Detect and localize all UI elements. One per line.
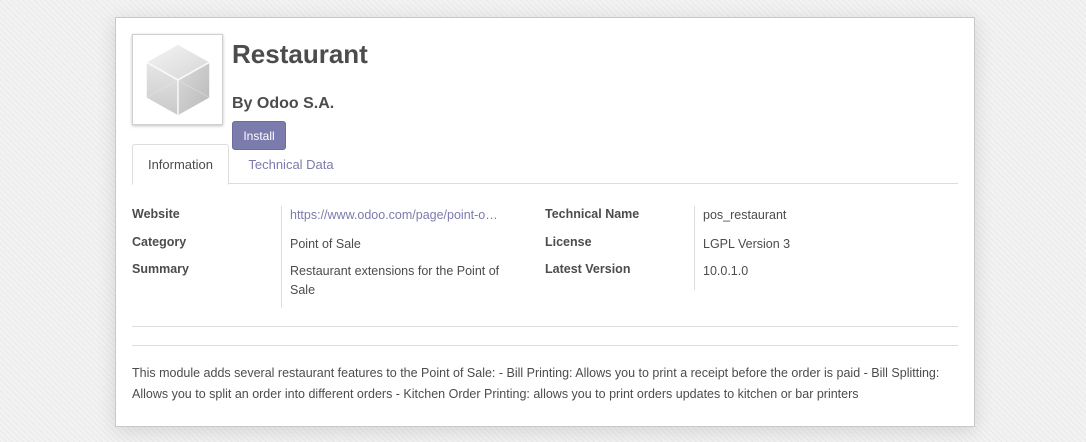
information-panel: Website https://www.odoo.com/page/point-… [132,206,958,308]
module-title: Restaurant [232,39,368,69]
license-value: LGPL Version 3 [703,237,791,251]
right-column-divider [694,206,695,290]
summary-value: Restaurant extensions for the Point of S… [290,264,500,297]
license-label: License [545,235,592,249]
technical-name-value: pos_restaurant [703,208,787,222]
technical-name-label: Technical Name [545,207,640,221]
section-divider-bottom [132,345,958,346]
module-tabs: Information Technical Data [132,144,958,185]
tab-information[interactable]: Information [132,144,229,185]
left-column-divider [281,206,282,308]
website-label: Website [132,207,180,221]
website-link[interactable]: https://www.odoo.com/page/point-o… [290,206,510,225]
latest-version-label: Latest Version [545,262,631,276]
section-divider-top [132,326,958,327]
category-label: Category [132,235,187,249]
module-header: Restaurant By Odoo S.A. Install [132,34,958,154]
latest-version-value: 10.0.1.0 [703,264,749,278]
category-value: Point of Sale [290,237,361,251]
cube-icon [143,42,212,117]
module-description: This module adds several restaurant feat… [132,366,940,401]
summary-label: Summary [132,262,189,276]
module-image [132,34,223,125]
module-form-sheet: Restaurant By Odoo S.A. Install Informat… [115,17,975,427]
module-author: By Odoo S.A. [232,95,335,112]
tab-technical-data[interactable]: Technical Data [231,144,351,184]
